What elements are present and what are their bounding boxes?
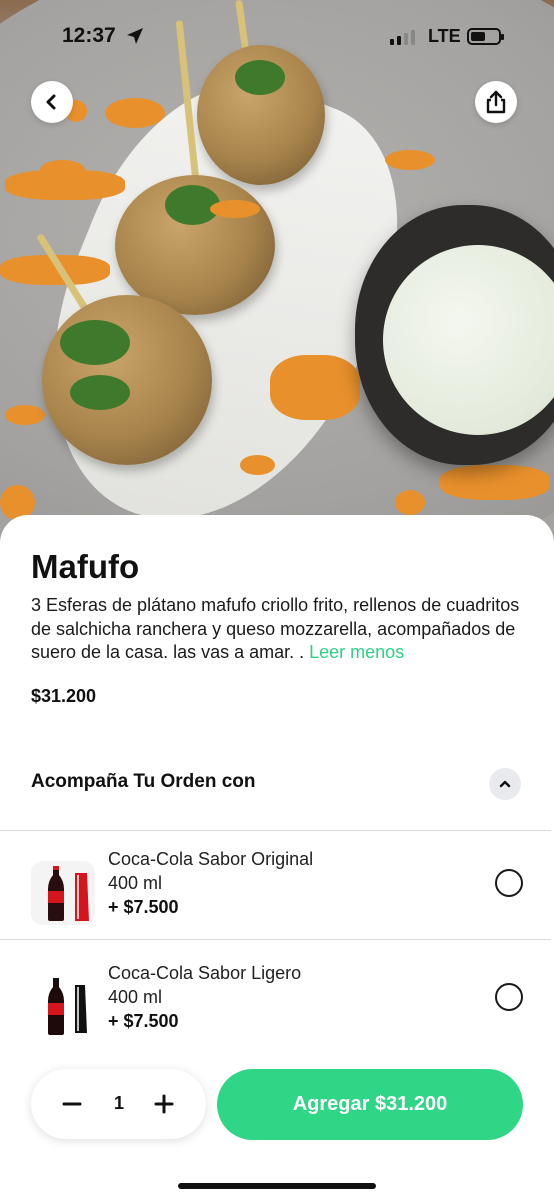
location-arrow-icon xyxy=(127,28,143,44)
quantity-value: 1 xyxy=(113,1093,124,1113)
addon-price: + $7.500 xyxy=(108,1011,179,1031)
signal-icon xyxy=(390,30,415,45)
sauce-drop xyxy=(385,150,435,170)
sauce-drop xyxy=(440,465,550,500)
plus-icon xyxy=(154,1094,174,1114)
addon-name: Coca-Cola Sabor Ligero xyxy=(108,963,302,983)
minus-icon xyxy=(62,1102,82,1106)
sauce-drop xyxy=(210,200,260,218)
network-label: LTE xyxy=(428,26,461,46)
addons-title: Acompaña Tu Orden con xyxy=(31,771,256,792)
addon-radio[interactable] xyxy=(495,983,523,1011)
decrease-quantity-button[interactable] xyxy=(57,1089,87,1119)
back-button[interactable] xyxy=(31,81,73,123)
product-price: $31.200 xyxy=(31,686,97,706)
product-photo xyxy=(0,0,554,560)
coca-cola-original-image xyxy=(31,861,95,925)
addon-name: Coca-Cola Sabor Original xyxy=(108,849,314,869)
increase-quantity-button[interactable] xyxy=(149,1089,179,1119)
status-time: 12:37 xyxy=(62,24,116,47)
coca-cola-ligero-image xyxy=(31,975,95,1039)
share-button[interactable] xyxy=(475,81,517,123)
chevron-left-icon xyxy=(46,94,56,110)
share-icon xyxy=(486,90,506,114)
battery-level xyxy=(471,32,485,41)
sauce-drop xyxy=(240,455,275,475)
description-text: 3 Esferas de plátano mafufo criollo frit… xyxy=(31,595,520,662)
addon-price: + $7.500 xyxy=(108,897,179,917)
sauce-drop xyxy=(5,170,125,200)
sauce-drop xyxy=(270,355,360,420)
addon-size: 400 ml xyxy=(108,873,163,893)
divider xyxy=(0,939,551,940)
home-indicator xyxy=(178,1183,376,1189)
collapse-addons-button[interactable] xyxy=(489,768,521,800)
addon-size: 400 ml xyxy=(108,987,163,1007)
sauce-drop xyxy=(105,98,165,128)
quantity-stepper: 1 xyxy=(31,1069,206,1139)
read-less-link[interactable]: Leer menos xyxy=(309,642,404,662)
sauce-drop xyxy=(395,490,425,515)
herb-garnish xyxy=(70,375,130,410)
product-title: Mafufo xyxy=(31,548,140,585)
herb-garnish xyxy=(60,320,130,365)
product-description: 3 Esferas de plátano mafufo criollo frit… xyxy=(31,594,531,665)
add-to-order-button[interactable]: Agregar $31.200 xyxy=(217,1069,523,1140)
status-bar: 12:37 LTE xyxy=(0,0,554,76)
product-sheet: Mafufo 3 Esferas de plátano mafufo criol… xyxy=(0,515,554,1200)
addon-item-coca-cola-ligero[interactable]: Coca-Cola Sabor Ligero 400 ml + $7.500 xyxy=(0,959,554,1067)
addon-radio[interactable] xyxy=(495,869,523,897)
addon-item-coca-cola-original[interactable]: Coca-Cola Sabor Original 400 ml + $7.500 xyxy=(0,845,554,953)
battery-icon xyxy=(467,28,504,45)
chevron-up-icon xyxy=(499,780,511,788)
add-button-label: Agregar $31.200 xyxy=(292,1093,448,1115)
divider xyxy=(0,830,551,831)
sauce-drop xyxy=(5,405,45,425)
fritter-ball xyxy=(42,295,212,465)
